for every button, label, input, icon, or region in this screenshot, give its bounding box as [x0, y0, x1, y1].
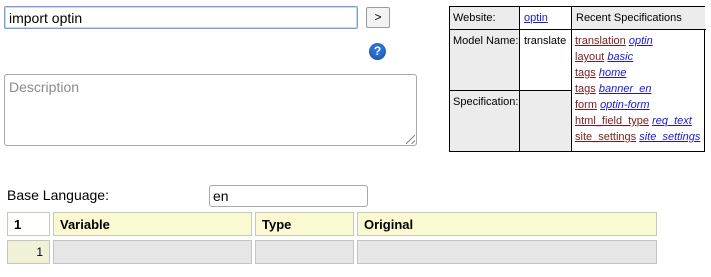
- recent-spec-link[interactable]: layout basic: [575, 51, 633, 63]
- row-index: 1: [7, 240, 50, 264]
- column-header-original[interactable]: Original: [357, 212, 657, 236]
- cell-original[interactable]: [357, 240, 657, 264]
- recent-spec-link[interactable]: translation optin: [575, 35, 653, 47]
- run-command-button[interactable]: >: [366, 7, 390, 28]
- specification-info-table: Website: optin Recent Specifications Mod…: [449, 6, 706, 152]
- website-link[interactable]: optin: [524, 12, 548, 24]
- base-language-label: Base Language:: [7, 187, 109, 203]
- column-header-variable[interactable]: Variable: [53, 212, 252, 236]
- specification-value-cell: [520, 91, 571, 151]
- recent-specifications-header: Recent Specifications: [576, 12, 682, 24]
- recent-spec-link[interactable]: html_field_type req_text: [575, 115, 692, 127]
- base-language-input[interactable]: [209, 185, 368, 207]
- column-header-type[interactable]: Type: [255, 212, 354, 236]
- recent-spec-link[interactable]: site_settings site_settings: [575, 131, 700, 143]
- model-name-label: Model Name:: [453, 35, 519, 47]
- command-input[interactable]: [4, 6, 358, 29]
- website-label: Website:: [453, 12, 496, 24]
- recent-spec-link[interactable]: tags home: [575, 67, 626, 79]
- cell-type[interactable]: [255, 240, 354, 264]
- cell-variable[interactable]: [53, 240, 252, 264]
- grid-count: 1: [7, 212, 50, 236]
- textarea-resize-grip[interactable]: [406, 135, 415, 144]
- specification-label: Specification:: [453, 96, 519, 108]
- recent-spec-link[interactable]: tags banner_en: [575, 83, 651, 95]
- recent-spec-link[interactable]: form optin-form: [575, 99, 650, 111]
- help-icon[interactable]: ?: [369, 43, 386, 60]
- model-name-value: translate: [524, 35, 567, 47]
- description-textarea[interactable]: [4, 74, 417, 146]
